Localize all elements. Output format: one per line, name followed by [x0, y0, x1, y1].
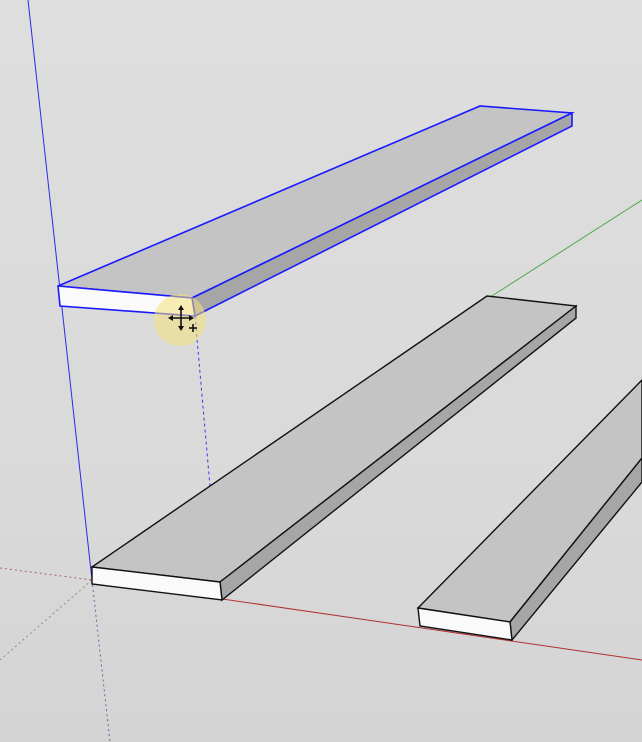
modeling-viewport[interactable]: [0, 0, 642, 742]
green-axis-back: [0, 579, 93, 661]
board-right[interactable]: [416, 379, 642, 642]
green-axis: [469, 199, 642, 311]
blue-axis-lower: [91, 579, 111, 742]
move-tool-cursor: [154, 294, 206, 346]
board-selected-top-face: [57, 105, 576, 299]
red-axis-back: [0, 567, 93, 581]
cursor-highlight: [154, 294, 206, 346]
board-selected[interactable]: [57, 105, 576, 318]
scene-canvas[interactable]: [0, 0, 642, 742]
